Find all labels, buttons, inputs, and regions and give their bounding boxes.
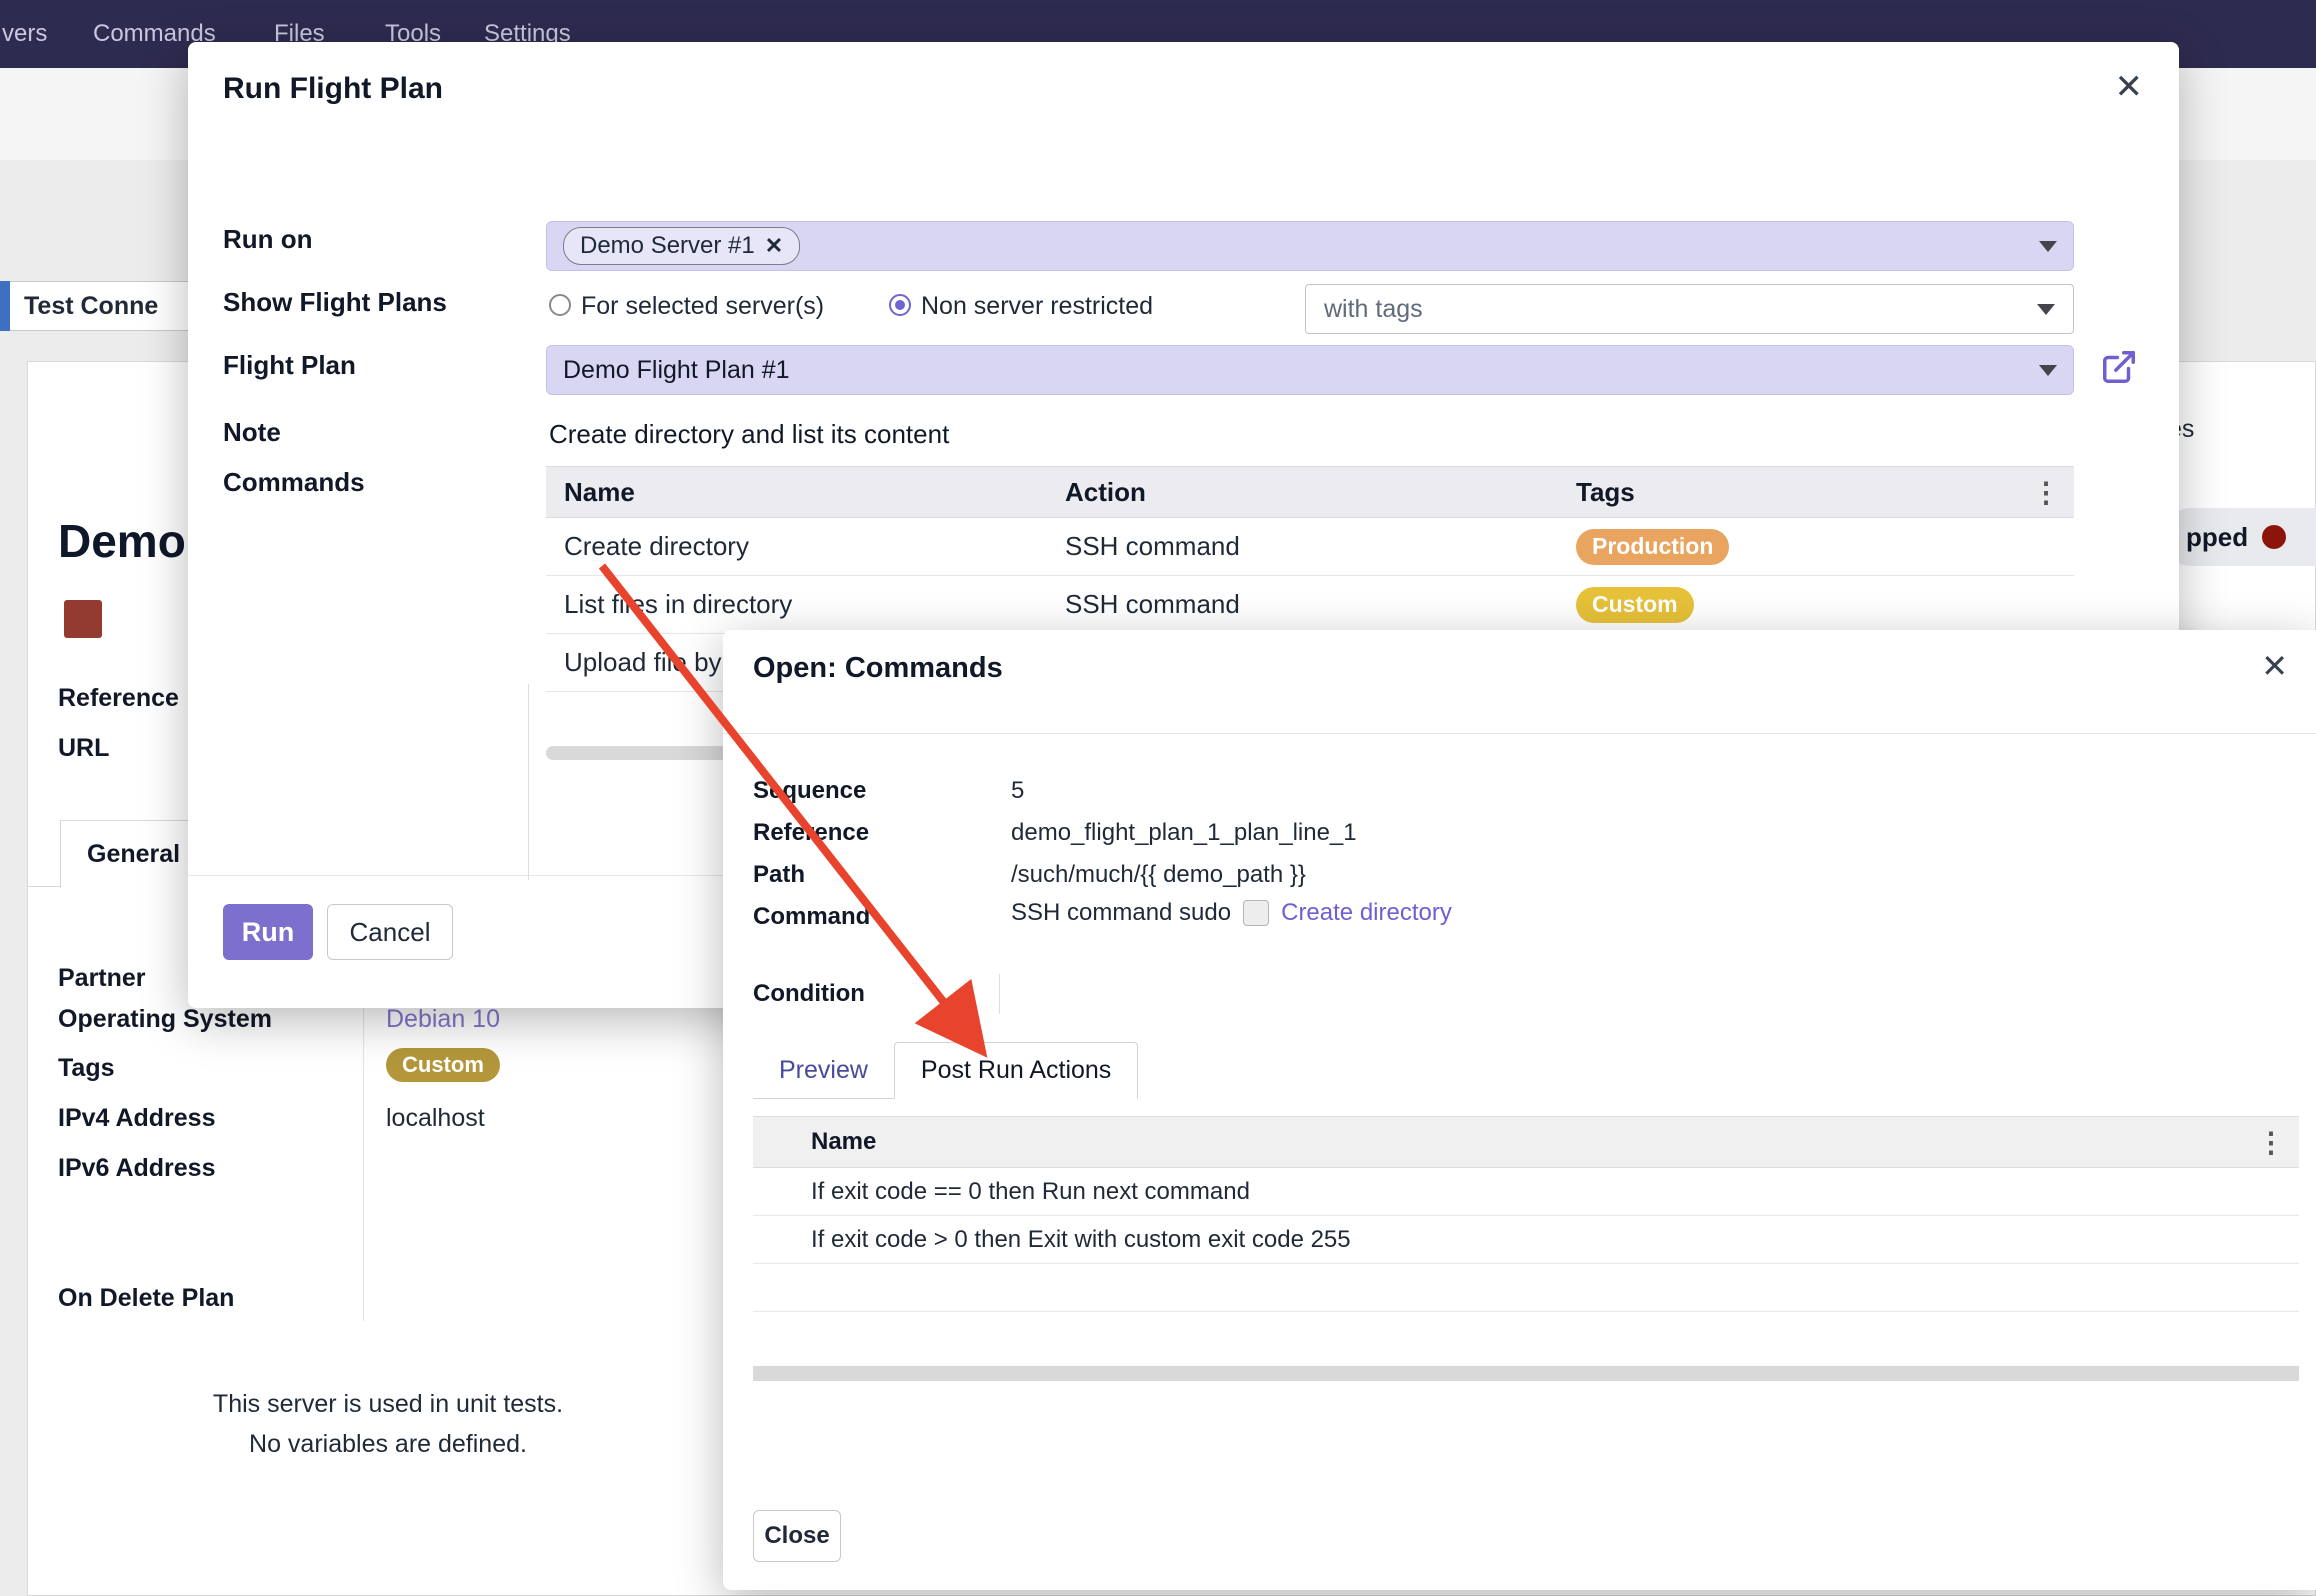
chevron-down-icon xyxy=(2037,304,2055,315)
tab-preview[interactable]: Preview xyxy=(753,1043,894,1098)
field-separator xyxy=(528,684,529,880)
column-options-icon[interactable]: ⋮ xyxy=(2257,1126,2299,1159)
radio-non-server-restricted-label[interactable]: Non server restricted xyxy=(921,292,1153,321)
row-name: If exit code == 0 then Run next command xyxy=(811,1178,2299,1206)
radio-non-server-restricted[interactable] xyxy=(889,294,911,316)
ipv6-label: IPv6 Address xyxy=(58,1154,215,1183)
row-action: SSH command xyxy=(1065,589,1576,620)
sequence-label: Sequence xyxy=(753,777,866,805)
server-color-swatch[interactable] xyxy=(64,600,102,638)
table-row[interactable]: Create directory SSH command Production xyxy=(546,518,2074,576)
open-commands-modal: Open: Commands ✕ Sequence 5 Reference de… xyxy=(723,630,2316,1590)
post-run-actions-table: Name ⋮ If exit code == 0 then Run next c… xyxy=(753,1116,2299,1312)
open-external-icon[interactable] xyxy=(2100,348,2138,386)
close-icon[interactable]: ✕ xyxy=(2261,650,2288,682)
command-value-text: SSH command sudo xyxy=(1011,899,1231,927)
status-stopped-dot-icon xyxy=(2262,525,2286,549)
note-label: Note xyxy=(223,417,281,448)
cancel-button[interactable]: Cancel xyxy=(327,904,453,960)
header-name: Name xyxy=(546,477,1065,508)
row-name: List files in directory xyxy=(546,589,1065,620)
reference-value: demo_flight_plan_1_plan_line_1 xyxy=(1011,819,1357,847)
command-value: SSH command sudo Create directory xyxy=(1011,899,1452,927)
commands-table-header: Name Action Tags ⋮ xyxy=(546,466,2074,518)
unit-test-note-line1: This server is used in unit tests. xyxy=(108,1384,668,1424)
flight-plan-select[interactable]: Demo Flight Plan #1 xyxy=(546,345,2074,395)
run-on-select[interactable]: Demo Server #1 ✕ xyxy=(546,221,2074,271)
chevron-down-icon xyxy=(2039,241,2057,252)
remove-tag-icon[interactable]: ✕ xyxy=(765,233,783,259)
flight-plan-value: Demo Flight Plan #1 xyxy=(563,356,790,385)
on-delete-plan-label: On Delete Plan xyxy=(58,1284,234,1313)
run-button[interactable]: Run xyxy=(223,904,313,960)
tab-general-label: General xyxy=(87,840,180,869)
condition-label: Condition xyxy=(753,980,865,1008)
column-options-icon[interactable]: ⋮ xyxy=(2032,476,2074,509)
server-tag-pill: Demo Server #1 ✕ xyxy=(563,227,800,265)
with-tags-select[interactable]: with tags xyxy=(1305,284,2074,334)
ipv4-label: IPv4 Address xyxy=(58,1104,215,1133)
sequence-value: 5 xyxy=(1011,777,1024,805)
nav-item-servers[interactable]: vers xyxy=(2,0,47,68)
chevron-down-icon xyxy=(2039,365,2057,376)
reference-label: Reference xyxy=(58,684,179,713)
modal-title: Open: Commands xyxy=(753,652,1003,685)
header-tags: Tags xyxy=(1576,477,1635,508)
status-badge-text: pped xyxy=(2186,522,2248,553)
command-label: Command xyxy=(753,903,870,931)
create-directory-link[interactable]: Create directory xyxy=(1281,899,1452,927)
row-name: If exit code > 0 then Exit with custom e… xyxy=(811,1226,2299,1254)
post-run-table-header: Name ⋮ xyxy=(753,1116,2299,1168)
radio-selected-servers-label[interactable]: For selected server(s) xyxy=(581,292,824,321)
tab-general[interactable]: General xyxy=(60,820,192,888)
screen: vers Commands Files Tools Settings Test … xyxy=(0,0,2316,1596)
header-divider xyxy=(723,733,2316,734)
field-divider xyxy=(363,958,364,1321)
unit-test-note: This server is used in unit tests. No va… xyxy=(108,1384,668,1464)
tag-badge-custom: Custom xyxy=(386,1048,500,1082)
horizontal-scrollbar[interactable] xyxy=(753,1366,2299,1381)
record-title: Demo xyxy=(58,514,186,568)
close-button[interactable]: Close xyxy=(753,1510,841,1562)
plan-summary: Create directory and list its content xyxy=(549,419,949,450)
header-name: Name xyxy=(811,1128,2257,1156)
table-row[interactable]: If exit code > 0 then Exit with custom e… xyxy=(753,1216,2299,1264)
url-label: URL xyxy=(58,734,109,763)
primary-action-button-cut[interactable] xyxy=(0,281,10,331)
tag-badge-custom: Custom xyxy=(1576,587,1694,623)
empty-row xyxy=(753,1264,2299,1312)
partner-label: Partner xyxy=(58,964,146,993)
status-badge: pped xyxy=(2162,508,2316,566)
reference-label: Reference xyxy=(753,819,869,847)
operating-system-value[interactable]: Debian 10 xyxy=(386,1005,500,1034)
commands-label: Commands xyxy=(223,467,365,498)
tab-bar: Preview Post Run Actions xyxy=(753,1042,1138,1099)
row-name: Create directory xyxy=(546,531,1065,562)
radio-selected-servers[interactable] xyxy=(549,294,571,316)
run-on-label: Run on xyxy=(223,224,313,255)
with-tags-value: with tags xyxy=(1324,295,1423,324)
row-action: SSH command xyxy=(1065,531,1576,562)
unit-test-note-line2: No variables are defined. xyxy=(108,1424,668,1464)
show-flight-plans-label: Show Flight Plans xyxy=(223,287,447,318)
tab-post-run-actions[interactable]: Post Run Actions xyxy=(894,1042,1138,1099)
tags-value: Custom xyxy=(386,1048,500,1082)
operating-system-label: Operating System xyxy=(58,1005,272,1034)
ipv4-value: localhost xyxy=(386,1104,485,1133)
test-connection-button[interactable]: Test Conne xyxy=(10,281,192,331)
path-label: Path xyxy=(753,861,805,889)
condition-separator xyxy=(999,974,1000,1014)
tag-badge-production: Production xyxy=(1576,529,1729,565)
checkbox[interactable] xyxy=(1243,900,1269,926)
server-tag-label: Demo Server #1 xyxy=(580,232,755,260)
flight-plan-label: Flight Plan xyxy=(223,350,356,381)
path-value: /such/much/{{ demo_path }} xyxy=(1011,861,1306,889)
table-row[interactable]: List files in directory SSH command Cust… xyxy=(546,576,2074,634)
header-action: Action xyxy=(1065,477,1576,508)
tags-label: Tags xyxy=(58,1054,115,1083)
close-icon[interactable]: ✕ xyxy=(2115,70,2144,104)
table-row[interactable]: If exit code == 0 then Run next command xyxy=(753,1168,2299,1216)
modal-title: Run Flight Plan xyxy=(223,72,443,106)
